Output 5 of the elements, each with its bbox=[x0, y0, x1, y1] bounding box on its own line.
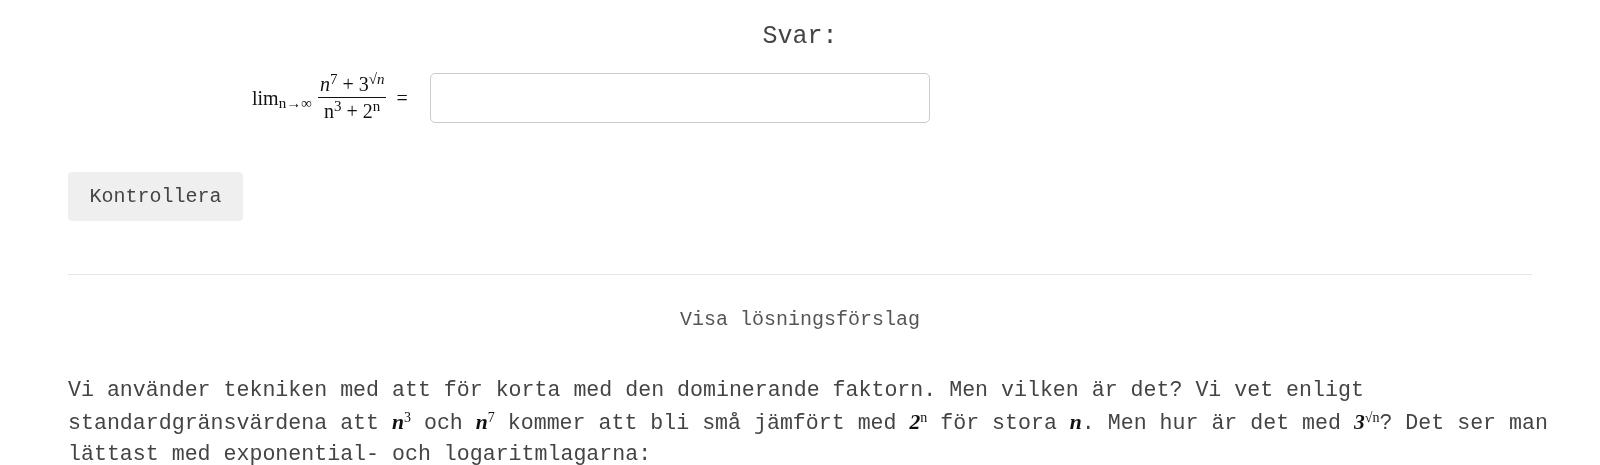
solution-paragraph: Vi använder tekniken med att för korta med den dominerande faktorn. Men vilken är det? Vi vet enligt standardgränsvärdena att n$^{3}$ och n$^{7}$ kommer att bli små jämfört med 2$^{n}$ för stora n. Men hur är det med 3$^{√n}$? Det ser man lättast med exponential- och logaritmlagarna: bbox=[68, 377, 1549, 465]
solution-toggle[interactable]: Visa lösningsförslag bbox=[679, 306, 920, 334]
answer-field[interactable] bbox=[429, 72, 930, 123]
check-button[interactable]: Kontrollera bbox=[68, 172, 243, 221]
answer-heading: Svar: bbox=[762, 21, 838, 53]
